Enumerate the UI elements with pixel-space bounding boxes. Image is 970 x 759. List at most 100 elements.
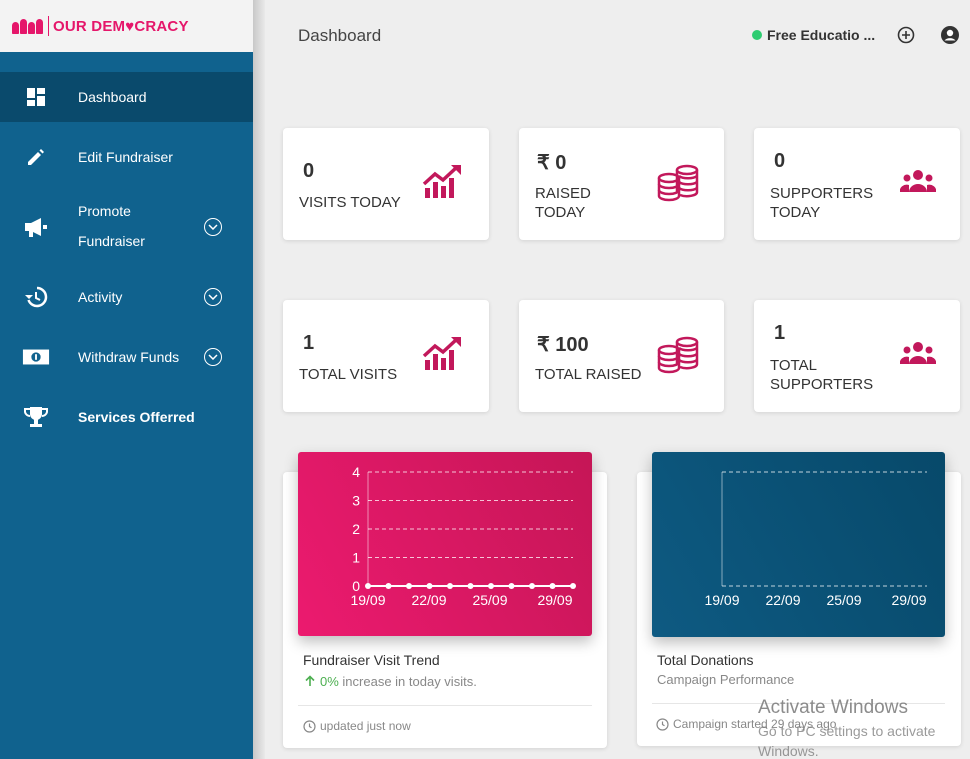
stat-label: TOTAL VISITS [299,366,398,383]
campaign-name: Free Educatio ... [767,27,876,43]
data-point [447,583,453,589]
sidebar-item-withdraw-funds[interactable]: Withdraw Funds [0,332,253,382]
sidebar-item-services-offerred[interactable]: Services Offerred [0,392,253,442]
stat-label: VISITS TODAY [299,194,401,211]
sidebar-scroll-edge [253,0,265,759]
stat-value: 1 [303,332,315,354]
trophy-icon [22,403,50,431]
stat-card-total-supporters: 1 TOTAL SUPPORTERS [754,300,960,412]
visit-trend-chart-bg: 4 3 2 1 0 19/09 22/09 25/09 29/09 [298,452,592,636]
x-tick-label: 22/09 [765,592,800,608]
x-tick-label: 19/09 [350,592,385,608]
chevron-down-icon[interactable] [204,288,222,306]
stat-card-raised-today: ₹ 0 RAISED TODAY [519,128,724,240]
status-dot-icon [752,30,762,40]
data-point [385,583,392,589]
data-point [426,583,433,589]
stat-label: TOTAL RAISED [535,366,642,383]
x-tick-label: 22/09 [411,592,446,608]
coins-icon [657,336,699,374]
coins-icon [657,164,699,202]
logo-text: OUR DEM♥CRACY [53,17,189,35]
activate-windows-title: Activate Windows [758,697,908,718]
chart-title: Total Donations [657,652,754,668]
stat-label: TOTAL [770,357,817,374]
y-tick-label: 4 [352,464,360,480]
chart-title: Fundraiser Visit Trend [303,652,440,668]
sidebar-item-label: Promote [78,203,131,219]
stat-card-total-visits: 1 TOTAL VISITS [283,300,489,412]
stat-label: TODAY [770,204,821,221]
sidebar-item-label: Edit Fundraiser [78,149,173,165]
sidebar-item-label: Activity [78,289,123,305]
group-icon [900,170,936,192]
data-point [508,583,515,589]
x-tick-label: 25/09 [826,592,861,608]
x-tick-label: 19/09 [704,592,739,608]
sidebar-item-edit-fundraiser[interactable]: Edit Fundraiser [0,132,253,182]
sidebar-nav: Dashboard Edit Fundraiser Promote Fundra… [0,72,253,452]
change-value: 0% [320,674,339,689]
stat-value: 0 [303,160,315,182]
updated-text: updated just now [320,719,411,733]
stat-label: SUPPORTERS [770,376,874,393]
clock-icon [303,719,316,733]
card-divider [298,705,592,706]
change-text: increase in today visits. [338,674,477,689]
data-point [406,583,412,589]
activate-windows-subtitle: Go to PC settings to activate Windows. [758,723,936,759]
page-title: Dashboard [298,26,382,45]
data-point [488,583,494,589]
logo[interactable]: OUR DEM♥CRACY [0,0,253,52]
pencil-icon [22,143,50,171]
sidebar-item-label: Withdraw Funds [78,349,180,365]
sidebar: OUR DEM♥CRACY Dashboard Edit Fundraiser … [0,0,253,759]
chart-subtitle: Campaign Performance [657,672,795,687]
sidebar-item-promote-fundraiser[interactable]: Promote Fundraiser [0,192,253,262]
arrow-up-icon [305,675,315,686]
y-tick-label: 3 [352,493,360,509]
stat-value: ₹ 100 [537,334,589,356]
add-circle-icon[interactable] [896,25,916,45]
data-point [549,583,556,589]
y-tick-label: 2 [352,521,360,537]
campaign-selector[interactable]: Free Educatio ... [752,27,875,43]
chart-change-line: 0% increase in today visits. [304,674,477,689]
sidebar-item-label: Services Offerred [78,409,195,425]
stat-card-total-raised: ₹ 100 TOTAL RAISED [519,300,724,412]
chevron-down-icon[interactable] [204,218,222,236]
stat-label: SUPPORTERS [770,185,874,202]
sidebar-item-label: Fundraiser [78,233,145,249]
data-point [365,583,371,589]
sidebar-item-activity[interactable]: Activity [0,272,253,322]
account-circle-icon[interactable] [940,25,960,45]
total-donations-chart-bg: 19/09 22/09 25/09 29/09 [652,452,945,637]
visit-trend-chart: 4321019/09 22/09 25/09 29/09 [350,464,576,608]
history-icon [22,283,50,311]
stat-label: TODAY [535,204,586,221]
dashboard-icon [22,83,50,111]
chevron-down-icon[interactable] [204,348,222,366]
sidebar-item-dashboard[interactable]: Dashboard [0,72,253,122]
x-tick-label: 29/09 [537,592,572,608]
chart-footer: updated just now [303,719,411,733]
stat-card-supporters-today: 0 SUPPORTERS TODAY [754,128,960,240]
data-point [467,583,474,589]
stat-value: 1 [774,322,786,344]
sidebar-item-label: Dashboard [78,89,147,105]
data-point [529,583,535,589]
total-donations-chart: 19/09 22/09 25/09 29/09 [704,471,927,608]
y-tick-label: 1 [352,550,360,566]
money-icon [22,343,50,371]
x-tick-label: 25/09 [472,592,507,608]
x-tick-label: 29/09 [891,592,926,608]
trending-up-icon [422,337,461,370]
megaphone-icon [22,213,50,241]
stat-value: ₹ 0 [537,152,567,174]
people-logo-icon [12,18,43,34]
logo-divider [48,16,49,36]
trending-up-icon [422,165,461,198]
clock-icon [656,717,669,731]
data-point [570,583,576,589]
stat-card-visits-today: 0 VISITS TODAY [283,128,489,240]
